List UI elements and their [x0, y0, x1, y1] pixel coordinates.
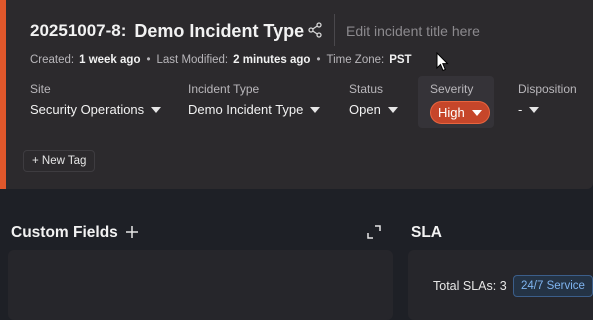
status-dropdown[interactable]: Open	[349, 102, 398, 117]
chevron-down-icon	[387, 106, 398, 113]
created-value: 1 week ago	[79, 54, 141, 66]
status-value: Open	[349, 102, 381, 117]
incident-type-label: Incident Type	[188, 82, 260, 96]
incident-id: 20251007-8:	[30, 21, 127, 40]
severity-field: Severity High	[430, 82, 490, 124]
incident-type-value: Demo Incident Type	[188, 102, 304, 117]
modified-label: Last Modified:	[156, 54, 229, 66]
status-label: Status	[349, 82, 384, 96]
meta-separator: •	[146, 54, 151, 66]
created-label: Created:	[30, 54, 75, 66]
timezone-value: PST	[389, 54, 412, 66]
severity-dropdown[interactable]: High	[430, 101, 490, 124]
disposition-label: Disposition	[518, 82, 577, 96]
disposition-value: -	[518, 102, 523, 117]
title-divider	[334, 14, 335, 46]
chevron-down-icon	[529, 106, 540, 113]
sla-total-count: Total SLAs: 3	[433, 279, 507, 293]
new-tag-button[interactable]: + New Tag	[23, 150, 96, 172]
disposition-dropdown[interactable]: -	[518, 102, 577, 117]
incident-header-card: 20251007-8: Demo Incident Type Created: …	[0, 0, 593, 189]
site-dropdown[interactable]: Security Operations	[30, 102, 162, 117]
timezone-label: Time Zone:	[326, 54, 385, 66]
incident-title-row: 20251007-8: Demo Incident Type	[30, 18, 304, 44]
site-value: Security Operations	[30, 102, 145, 117]
share-icon[interactable]	[308, 22, 322, 38]
severity-label: Severity	[430, 82, 474, 96]
site-label: Site	[30, 82, 51, 96]
chevron-down-icon	[310, 106, 321, 113]
incident-type-field: Incident Type Demo Incident Type	[188, 82, 321, 117]
cursor-icon	[436, 52, 449, 72]
modified-value: 2 minutes ago	[233, 54, 311, 66]
expand-icon[interactable]	[367, 225, 381, 239]
sla-service-badge[interactable]: 24/7 Service	[513, 275, 593, 297]
disposition-field: Disposition -	[518, 82, 577, 117]
incident-title: Demo Incident Type	[134, 20, 305, 41]
severity-value: High	[438, 105, 465, 120]
incident-meta-row: Created: 1 week ago • Last Modified: 2 m…	[30, 54, 412, 66]
sla-title: SLA	[411, 224, 442, 241]
chevron-down-icon	[151, 106, 162, 113]
plus-icon[interactable]	[125, 225, 139, 239]
chevron-down-icon	[471, 109, 482, 116]
incident-type-dropdown[interactable]: Demo Incident Type	[188, 102, 321, 117]
status-field: Status Open	[349, 82, 398, 117]
severity-accent-bar	[0, 0, 6, 189]
site-field: Site Security Operations	[30, 82, 162, 117]
edit-title-input[interactable]	[346, 18, 566, 44]
meta-separator: •	[316, 54, 321, 66]
custom-fields-panel	[8, 250, 393, 320]
custom-fields-title: Custom Fields	[11, 224, 118, 241]
